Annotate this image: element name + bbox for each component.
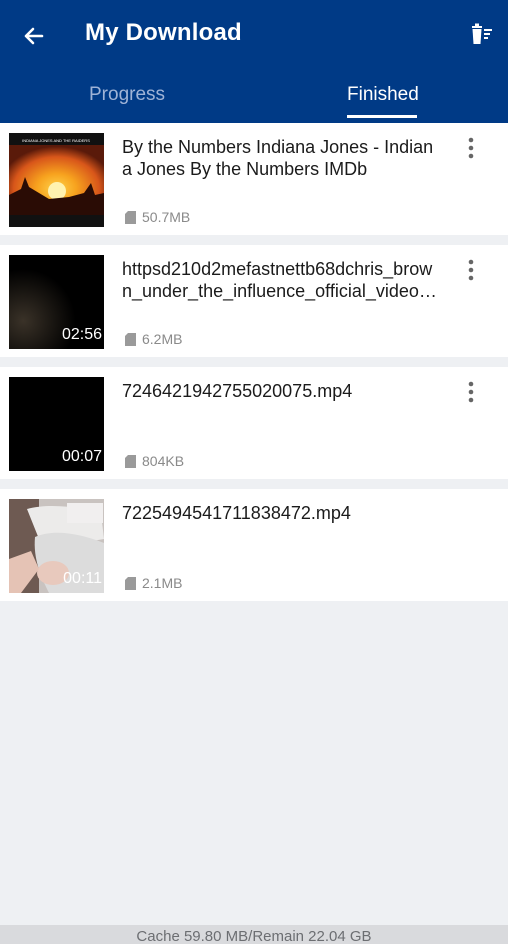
item-menu-button[interactable] xyxy=(462,380,480,404)
item-menu-button[interactable] xyxy=(462,136,480,160)
more-vertical-icon xyxy=(468,381,474,403)
file-icon xyxy=(125,454,136,468)
file-size: 6.2MB xyxy=(142,331,183,347)
size-row: 2.1MB xyxy=(125,575,182,591)
thumbnail-caption: INDIANA JONES AND THE RAIDERS xyxy=(22,138,90,143)
video-duration: 02:56 xyxy=(61,326,102,343)
app-bar: My Download Progress Finished xyxy=(0,0,508,123)
downloads-list: INDIANA JONES AND THE RAIDERS By the Num… xyxy=(0,123,508,611)
file-icon xyxy=(125,332,136,346)
tab-finished[interactable]: Finished xyxy=(347,84,419,106)
file-name: httpsd210d2mefastnettb68dchris_brown_und… xyxy=(122,259,433,301)
video-duration: 00:07 xyxy=(61,448,102,465)
download-item[interactable]: INDIANA JONES AND THE RAIDERS By the Num… xyxy=(0,123,508,235)
size-row: 6.2MB xyxy=(125,331,182,347)
arrow-left-icon xyxy=(24,27,44,45)
tab-progress[interactable]: Progress xyxy=(89,84,165,106)
back-button[interactable] xyxy=(18,20,50,52)
file-name: 7225494541711838472.mp4 xyxy=(122,503,351,523)
video-thumbnail: 02:56 xyxy=(9,255,104,349)
page-title: My Download xyxy=(85,19,242,46)
clear-downloads-button[interactable] xyxy=(466,20,496,50)
video-thumbnail: INDIANA JONES AND THE RAIDERS xyxy=(9,133,104,227)
size-row: 50.7MB xyxy=(125,209,190,225)
video-thumbnail: 00:07 xyxy=(9,377,104,471)
file-size: 50.7MB xyxy=(142,209,191,225)
download-item[interactable]: 00:07 7246421942755020075.mp4 804KB xyxy=(0,367,508,479)
download-item[interactable]: 00:11 7225494541711838472.mp4 2.1MB xyxy=(0,489,508,601)
active-tab-indicator xyxy=(347,115,417,118)
storage-status-bar: Cache 59.80 MB/Remain 22.04 GB xyxy=(0,925,508,944)
size-row: 804KB xyxy=(125,453,184,469)
delete-list-icon xyxy=(472,23,492,44)
download-item[interactable]: 02:56 httpsd210d2mefastnettb68dchris_bro… xyxy=(0,245,508,357)
file-icon xyxy=(125,210,136,224)
file-name: By the Numbers Indiana Jones - Indiana J… xyxy=(122,137,434,179)
more-vertical-icon xyxy=(468,259,474,281)
item-menu-button[interactable] xyxy=(462,258,480,282)
file-icon xyxy=(125,576,136,590)
file-name: 7246421942755020075.mp4 xyxy=(122,381,353,401)
file-size: 804KB xyxy=(142,453,185,469)
file-size: 2.1MB xyxy=(142,575,183,591)
video-thumbnail: 00:11 xyxy=(9,499,104,593)
video-duration: 00:11 xyxy=(63,570,102,587)
more-vertical-icon xyxy=(468,137,474,159)
